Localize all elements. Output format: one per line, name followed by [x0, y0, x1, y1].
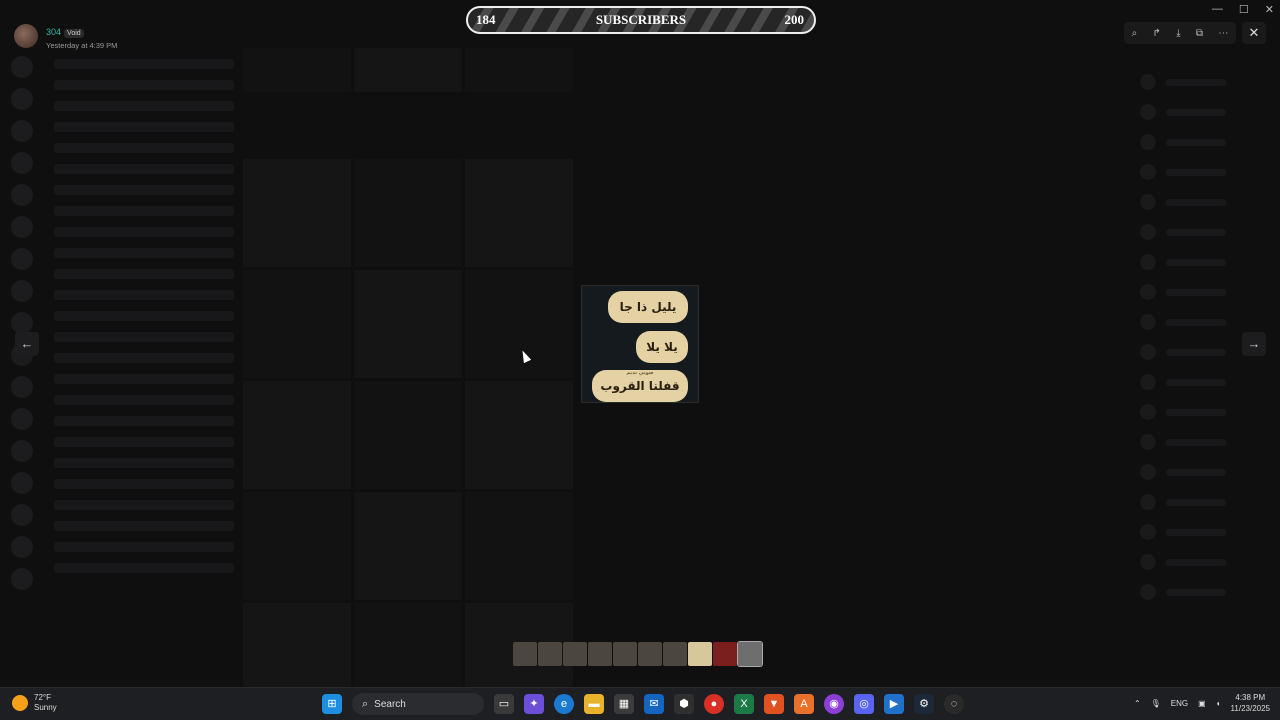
app-icon[interactable]: ⬢	[674, 694, 694, 714]
previous-image-button[interactable]: ←	[15, 332, 39, 356]
thumbnail[interactable]	[588, 642, 612, 666]
thumbnail[interactable]	[538, 642, 562, 666]
thumbnail[interactable]	[713, 642, 737, 666]
chrome-icon[interactable]: ●	[704, 694, 724, 714]
thumbnail[interactable]	[513, 642, 537, 666]
arrow-left-icon: ←	[20, 336, 34, 351]
subscriber-counter-overlay: 184 SUBSCRIBERS 200	[466, 6, 816, 34]
zoom-in-icon[interactable]: ⌕	[1132, 28, 1138, 39]
avatar[interactable]	[14, 24, 38, 48]
open-external-icon[interactable]: ⧉	[1196, 28, 1203, 39]
thumbnail[interactable]	[613, 642, 637, 666]
app-icon[interactable]: ◉	[824, 694, 844, 714]
arrow-right-icon: →	[1247, 336, 1261, 351]
weather-temp: 72°F	[34, 693, 51, 702]
excel-icon[interactable]: X	[734, 694, 754, 714]
copilot-icon[interactable]: ✦	[524, 694, 544, 714]
taskbar: 72°F Sunny ⊞ ⌕ Search ▭ ✦ e ▬ ▦ ✉ ⬢ ● X …	[0, 687, 1280, 720]
chat-bubble-1: يليل ذا جا	[608, 291, 688, 323]
message-timestamp: Yesterday at 4:39 PM	[46, 41, 118, 50]
search-label: Search	[374, 698, 406, 710]
window-controls: — ☐ ✕	[1212, 3, 1274, 16]
clock-time: 4:38 PM	[1235, 693, 1266, 702]
outlook-icon[interactable]: ✉	[644, 694, 664, 714]
user-badge: Void	[64, 29, 84, 38]
network-icon[interactable]: ▣	[1198, 699, 1206, 708]
clock-date: 11/23/2025	[1230, 704, 1270, 713]
media-toolbar: ⌕ ↱ ⤓ ⧉ ⋯	[1124, 22, 1236, 44]
close-icon: ✕	[1248, 25, 1260, 40]
counter-label: SUBSCRIBERS	[595, 12, 687, 27]
server-list	[0, 48, 44, 688]
taskbar-search[interactable]: ⌕ Search	[352, 693, 484, 715]
microphone-icon[interactable]: 🎙	[1151, 699, 1161, 708]
task-view-icon[interactable]: ▭	[494, 694, 514, 714]
chevron-up-icon[interactable]: ⌃	[1134, 699, 1141, 708]
forward-icon[interactable]: ↱	[1153, 28, 1161, 39]
bubble-caption: صوتي نديم	[626, 370, 654, 376]
image-preview[interactable]: يليل ذا جا يلا يلا صوتي نديم قفلنا القروب	[581, 285, 699, 403]
app-icon[interactable]: ▶	[884, 694, 904, 714]
app-icon[interactable]: ◌	[944, 694, 964, 714]
discord-icon[interactable]: ◎	[854, 694, 874, 714]
steam-icon[interactable]: ⚙	[914, 694, 934, 714]
chat-bubble-3: صوتي نديم قفلنا القروب	[592, 370, 688, 402]
weather-text: 72°F Sunny	[34, 693, 57, 713]
thumbnail[interactable]	[688, 642, 712, 666]
thumbnail[interactable]	[563, 642, 587, 666]
maximize-icon[interactable]: ☐	[1239, 3, 1249, 16]
username[interactable]: 304	[46, 27, 61, 37]
thumbnail[interactable]	[638, 642, 662, 666]
windows-start-icon[interactable]: ⊞	[322, 694, 342, 714]
search-icon: ⌕	[362, 697, 369, 710]
brave-icon[interactable]: ▼	[764, 694, 784, 714]
clock[interactable]: 4:38 PM 11/23/2025	[1231, 692, 1270, 714]
next-image-button[interactable]: →	[1242, 332, 1266, 356]
chat-bubble-3-text: قفلنا القروب	[600, 379, 680, 393]
sun-icon	[12, 695, 28, 711]
taskbar-apps: ⊞ ⌕ Search ▭ ✦ e ▬ ▦ ✉ ⬢ ● X ▼ A ◉ ◎ ▶ ⚙…	[322, 693, 964, 715]
weather-desc: Sunny	[34, 703, 57, 712]
language-indicator[interactable]: ENG	[1171, 699, 1188, 708]
file-explorer-icon[interactable]: ▬	[584, 694, 604, 714]
channel-list	[44, 48, 244, 688]
minimize-icon[interactable]: —	[1212, 3, 1223, 16]
edge-icon[interactable]: e	[554, 694, 574, 714]
download-icon[interactable]: ⤓	[1176, 28, 1180, 39]
thumbnail[interactable]	[663, 642, 687, 666]
system-tray: ⌃ 🎙 ENG ▣ ◖ 4:38 PM 11/23/2025	[1134, 692, 1270, 714]
chat-bubble-2: يلا يلا	[636, 331, 688, 363]
thumbnail-active[interactable]	[737, 641, 763, 667]
message-author[interactable]: 304 Void Yesterday at 4:39 PM	[14, 22, 117, 50]
author-info: 304 Void Yesterday at 4:39 PM	[46, 22, 117, 50]
close-window-icon[interactable]: ✕	[1265, 3, 1274, 16]
more-icon[interactable]: ⋯	[1218, 28, 1228, 39]
thumbnail-strip	[513, 641, 763, 667]
weather-widget[interactable]: 72°F Sunny	[12, 693, 57, 713]
volume-icon[interactable]: ◖	[1216, 699, 1221, 708]
close-viewer-button[interactable]: ✕	[1242, 22, 1266, 44]
office-app-icon[interactable]: A	[794, 694, 814, 714]
media-grid	[243, 48, 573, 711]
store-icon[interactable]: ▦	[614, 694, 634, 714]
